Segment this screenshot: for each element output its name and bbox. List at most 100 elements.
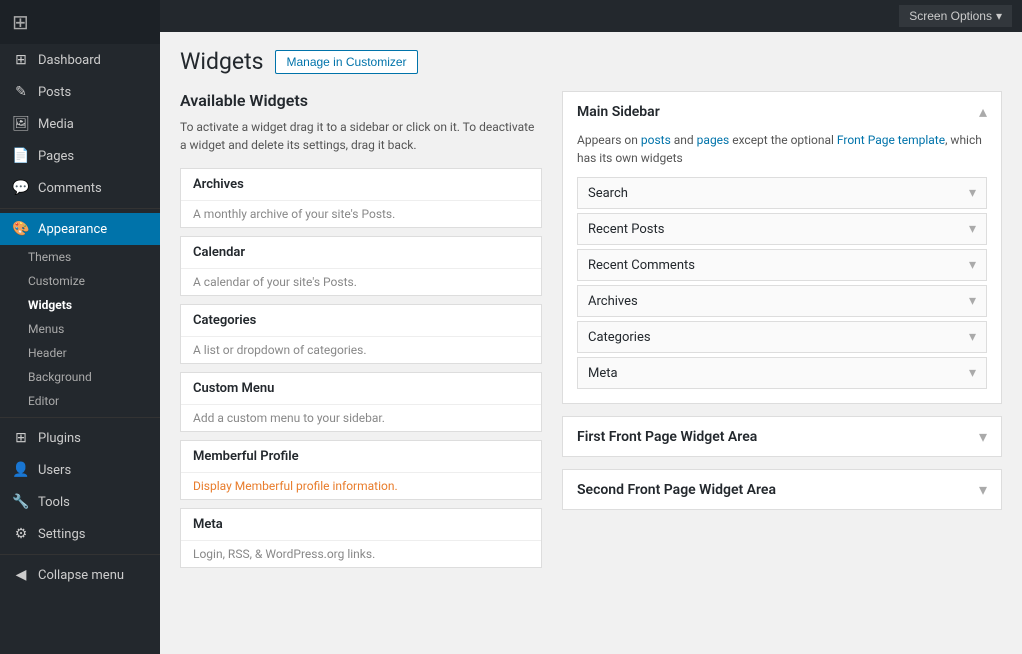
sidebar-item-label: Posts	[38, 85, 71, 100]
widget-card-title: Meta	[181, 509, 541, 541]
posts-link[interactable]: posts	[641, 133, 671, 147]
second-front-page-area-title: Second Front Page Widget Area	[577, 482, 776, 498]
sidebar-widget-search[interactable]: Search ▾	[577, 177, 987, 209]
widget-card-calendar[interactable]: Calendar A calendar of your site's Posts…	[180, 236, 542, 296]
sidebar-item-users[interactable]: 👤 Users	[0, 454, 160, 486]
sidebar-item-label: Settings	[38, 527, 85, 542]
widget-card-desc: Login, RSS, & WordPress.org links.	[181, 541, 541, 567]
first-front-page-area-title: First Front Page Widget Area	[577, 429, 757, 445]
sidebar-logo: ⊞	[0, 0, 160, 44]
page-title: Widgets	[180, 48, 263, 75]
widget-card-custom-menu[interactable]: Custom Menu Add a custom menu to your si…	[180, 372, 542, 432]
sidebar-divider-2	[0, 417, 160, 418]
users-icon: 👤	[12, 462, 30, 478]
available-widgets-description: To activate a widget drag it to a sideba…	[180, 118, 542, 154]
widget-label: Recent Posts	[588, 222, 664, 237]
appearance-icon: 🎨	[12, 221, 30, 237]
first-front-page-area-header[interactable]: First Front Page Widget Area ▾	[563, 417, 1001, 456]
sidebar-item-label: Users	[38, 463, 71, 478]
sidebar-item-dashboard[interactable]: ⊞ Dashboard	[0, 44, 160, 76]
sidebar-sub-widgets[interactable]: Widgets	[0, 293, 160, 317]
widget-label: Meta	[588, 366, 618, 381]
available-widgets-heading: Available Widgets	[180, 91, 542, 110]
widget-card-desc: A list or dropdown of categories.	[181, 337, 541, 363]
sidebar-item-label: Comments	[38, 181, 102, 196]
widget-card-desc: Add a custom menu to your sidebar.	[181, 405, 541, 431]
widget-card-memberful-profile[interactable]: Memberful Profile Display Memberful prof…	[180, 440, 542, 500]
sidebar-item-label: Collapse menu	[38, 568, 124, 583]
sidebar-item-label: Plugins	[38, 431, 81, 446]
collapse-icon: ◀	[12, 567, 30, 583]
sidebar-sub-header[interactable]: Header	[0, 341, 160, 365]
topbar: Screen Options ▾	[160, 0, 1022, 32]
sidebar-item-tools[interactable]: 🔧 Tools	[0, 486, 160, 518]
chevron-down-icon: ▾	[969, 221, 976, 237]
widget-card-archives[interactable]: Archives A monthly archive of your site'…	[180, 168, 542, 228]
main-content: Widgets Manage in Customizer Available W…	[160, 0, 1022, 654]
widget-card-title: Archives	[181, 169, 541, 201]
main-sidebar-area-header[interactable]: Main Sidebar ▴	[563, 92, 1001, 131]
sidebar-widget-recent-posts[interactable]: Recent Posts ▾	[577, 213, 987, 245]
front-page-link[interactable]: Front Page template	[837, 133, 945, 147]
sidebar-item-comments[interactable]: 💬 Comments	[0, 172, 160, 204]
sidebar-item-plugins[interactable]: ⊞ Plugins	[0, 422, 160, 454]
widget-label: Categories	[588, 330, 651, 345]
plugins-icon: ⊞	[12, 430, 30, 446]
chevron-down-icon: ▾	[969, 365, 976, 381]
sidebar-widget-categories[interactable]: Categories ▾	[577, 321, 987, 353]
pages-link[interactable]: pages	[697, 133, 730, 147]
widget-card-desc: A calendar of your site's Posts.	[181, 269, 541, 295]
sidebar-item-label: Dashboard	[38, 53, 101, 68]
sidebar-areas-column: Main Sidebar ▴ Appears on posts and page…	[562, 91, 1002, 576]
chevron-down-icon: ▾	[979, 427, 987, 446]
sidebar-widget-archives[interactable]: Archives ▾	[577, 285, 987, 317]
widget-card-desc: A monthly archive of your site's Posts.	[181, 201, 541, 227]
sidebar-item-label: Appearance	[38, 222, 107, 237]
sidebar-item-posts[interactable]: ✎ Posts	[0, 76, 160, 108]
manage-in-customizer-button[interactable]: Manage in Customizer	[275, 50, 417, 74]
sidebar-sub-customize[interactable]: Customize	[0, 269, 160, 293]
widget-label: Search	[588, 186, 628, 201]
widget-card-desc: Display Memberful profile information.	[181, 473, 541, 499]
main-sidebar-toggle-icon: ▴	[979, 102, 987, 121]
sidebar-item-pages[interactable]: 📄 Pages	[0, 140, 160, 172]
sidebar-sub-background[interactable]: Background	[0, 365, 160, 389]
widget-label: Archives	[588, 294, 638, 309]
second-front-page-area-header[interactable]: Second Front Page Widget Area ▾	[563, 470, 1001, 509]
widget-card-title: Calendar	[181, 237, 541, 269]
available-widgets-column: Available Widgets To activate a widget d…	[180, 91, 542, 576]
posts-icon: ✎	[12, 84, 30, 100]
main-sidebar-widgets: Search ▾ Recent Posts ▾ Recent Comments …	[563, 177, 1001, 403]
sidebar-sub-editor[interactable]: Editor	[0, 389, 160, 413]
widget-card-title: Memberful Profile	[181, 441, 541, 473]
main-sidebar-area-title: Main Sidebar	[577, 104, 660, 120]
widget-card-meta[interactable]: Meta Login, RSS, & WordPress.org links.	[180, 508, 542, 568]
page-title-row: Widgets Manage in Customizer	[180, 48, 1002, 75]
sidebar-item-settings[interactable]: ⚙ Settings	[0, 518, 160, 550]
main-sidebar-area: Main Sidebar ▴ Appears on posts and page…	[562, 91, 1002, 404]
sidebar: ⊞ ⊞ Dashboard ✎ Posts 🖼 Media 📄 Pages 💬 …	[0, 0, 160, 654]
chevron-down-icon: ▾	[996, 9, 1002, 23]
widget-card-categories[interactable]: Categories A list or dropdown of categor…	[180, 304, 542, 364]
sidebar-item-collapse[interactable]: ◀ Collapse menu	[0, 559, 160, 591]
sidebar-item-appearance[interactable]: 🎨 Appearance	[0, 213, 160, 245]
sidebar-divider-3	[0, 554, 160, 555]
sidebar-item-label: Pages	[38, 149, 74, 164]
comments-icon: 💬	[12, 180, 30, 196]
sidebar-sub-menus[interactable]: Menus	[0, 317, 160, 341]
screen-options-label: Screen Options	[909, 9, 992, 23]
sidebar-sub-themes[interactable]: Themes	[0, 245, 160, 269]
dashboard-icon: ⊞	[12, 52, 30, 68]
sidebar-widget-recent-comments[interactable]: Recent Comments ▾	[577, 249, 987, 281]
media-icon: 🖼	[12, 116, 30, 132]
chevron-down-icon: ▾	[969, 293, 976, 309]
settings-icon: ⚙	[12, 526, 30, 542]
chevron-down-icon: ▾	[979, 480, 987, 499]
sidebar-widget-meta[interactable]: Meta ▾	[577, 357, 987, 389]
second-front-page-area: Second Front Page Widget Area ▾	[562, 469, 1002, 510]
chevron-down-icon: ▾	[969, 329, 976, 345]
tools-icon: 🔧	[12, 494, 30, 510]
first-front-page-area: First Front Page Widget Area ▾	[562, 416, 1002, 457]
screen-options-button[interactable]: Screen Options ▾	[899, 5, 1012, 27]
sidebar-item-media[interactable]: 🖼 Media	[0, 108, 160, 140]
